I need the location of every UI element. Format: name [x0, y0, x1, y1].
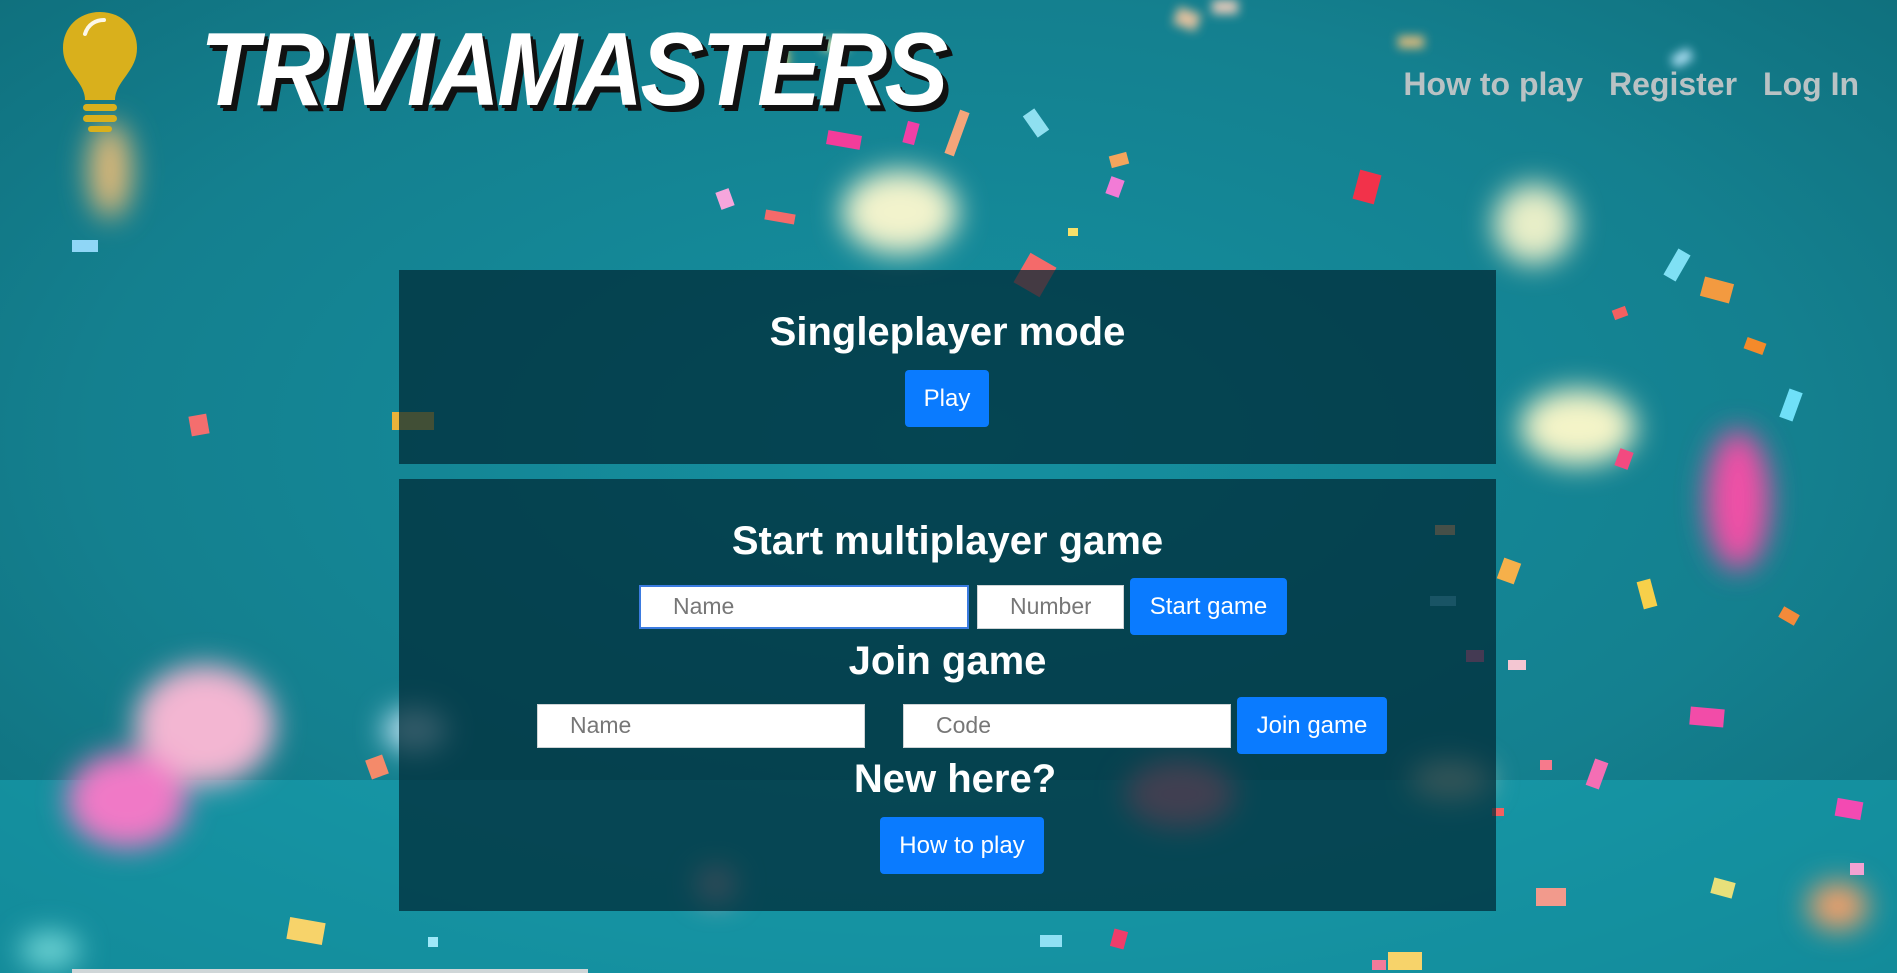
- start-game-button[interactable]: Start game: [1130, 578, 1287, 635]
- nav-how-to-play[interactable]: How to play: [1403, 66, 1583, 103]
- site-header: TRIVIAMASTERS How to play Register Log I…: [0, 0, 1897, 170]
- how-to-play-button[interactable]: How to play: [880, 817, 1044, 874]
- new-here-title: New here?: [853, 757, 1057, 801]
- multiplayer-panel: Start multiplayer game Start game Join g…: [399, 479, 1496, 911]
- nav-log-in[interactable]: Log In: [1763, 66, 1859, 103]
- start-game-form: Start game: [639, 578, 1287, 635]
- singleplayer-play-button[interactable]: Play: [905, 370, 989, 427]
- join-game-form: Join game: [537, 697, 1387, 754]
- singleplayer-panel: Singleplayer mode Play: [399, 270, 1496, 464]
- multiplayer-title: Start multiplayer game: [731, 519, 1164, 563]
- lightbulb-icon[interactable]: [60, 8, 140, 133]
- horizontal-scrollbar[interactable]: [72, 969, 588, 973]
- join-name-input[interactable]: [537, 703, 865, 748]
- join-game-button[interactable]: Join game: [1237, 697, 1387, 754]
- singleplayer-title: Singleplayer mode: [769, 310, 1126, 354]
- start-name-input[interactable]: [639, 584, 969, 629]
- join-game-title: Join game: [848, 639, 1047, 683]
- site-logo-text[interactable]: TRIVIAMASTERS: [200, 18, 948, 122]
- nav-register[interactable]: Register: [1609, 66, 1737, 103]
- main-nav: How to play Register Log In: [1403, 66, 1859, 103]
- start-number-input[interactable]: [977, 584, 1124, 629]
- join-code-input[interactable]: [903, 703, 1231, 748]
